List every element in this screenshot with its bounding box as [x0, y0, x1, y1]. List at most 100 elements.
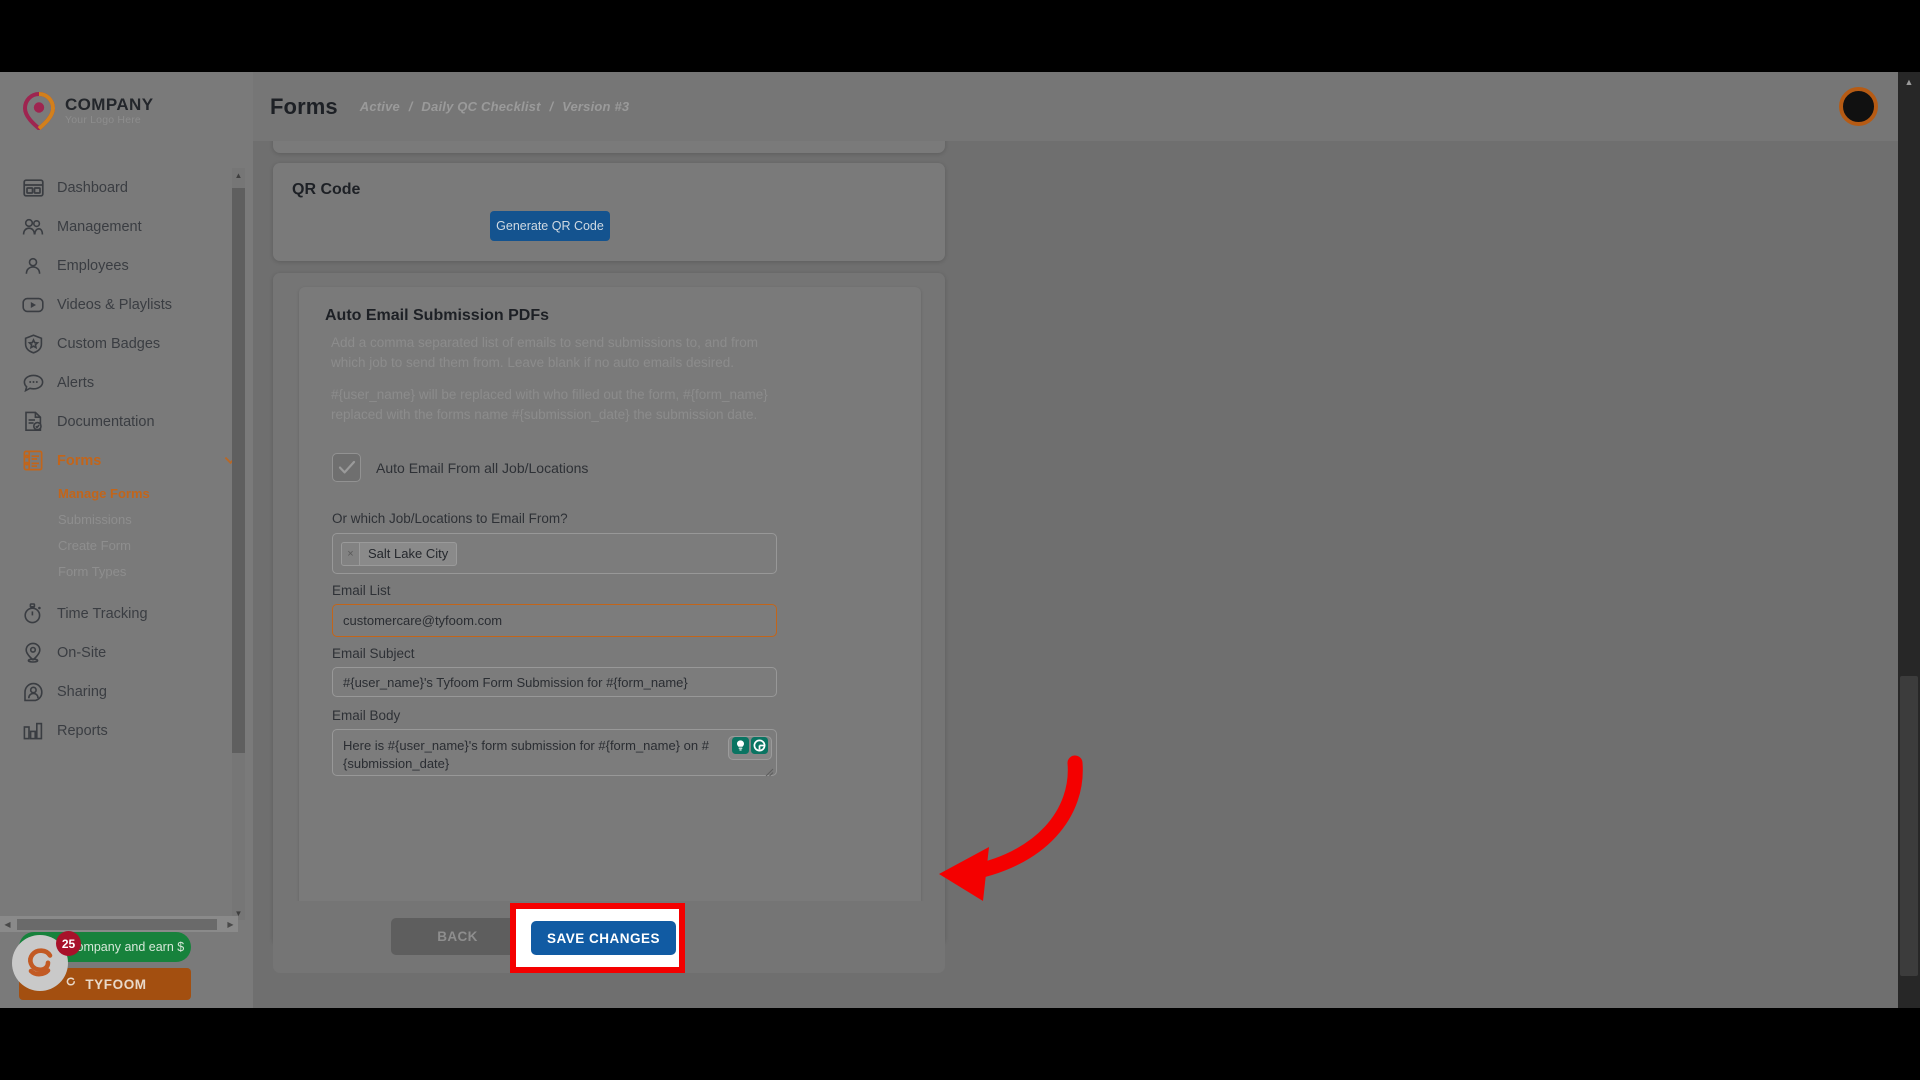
forms-list-icon [20, 450, 46, 472]
job-locations-multiselect[interactable]: × Salt Lake City [332, 533, 777, 574]
sidebar-scroll-thumb[interactable] [232, 188, 245, 753]
page-title: Forms [270, 93, 338, 119]
sidebar-item-label: Sharing [57, 683, 107, 700]
job-location-chip[interactable]: × Salt Lake City [341, 541, 458, 566]
breadcrumb-separator: / [408, 99, 413, 114]
sidebar-item-label: Dashboard [57, 179, 128, 196]
email-subject-label: Email Subject [332, 646, 415, 661]
lightbulb-icon[interactable] [732, 737, 749, 759]
auto-email-card: Auto Email Submission PDFs Add a comma s… [273, 273, 945, 944]
auto-email-description-1: Add a comma separated list of emails to … [331, 335, 758, 371]
scroll-right-arrow-icon[interactable]: ▶ [223, 916, 238, 932]
sidebar-item-dashboard[interactable]: Dashboard [0, 168, 253, 207]
sidebar: COMPANY Your Logo Here Dashboard Managem… [0, 72, 253, 1008]
email-list-input[interactable]: customercare@tyfoom.com [332, 604, 777, 637]
sidebar-item-manage-forms[interactable]: Manage Forms [0, 480, 253, 506]
sidebar-item-custom-badges[interactable]: Custom Badges [0, 324, 253, 363]
stopwatch-icon [20, 603, 46, 625]
email-body-textarea[interactable]: Here is #{user_name}'s form submission f… [332, 729, 777, 777]
sidebar-horizontal-scrollbar[interactable]: ◀ ▶ [0, 916, 238, 932]
user-icon [20, 255, 46, 277]
sidebar-item-submissions[interactable]: Submissions [0, 506, 253, 532]
sidebar-subitem-label: Manage Forms [58, 485, 150, 501]
page-scroll-thumb[interactable] [1900, 676, 1918, 976]
brand-title: COMPANY [65, 94, 154, 114]
scroll-up-arrow-icon[interactable]: ▲ [232, 168, 245, 182]
email-subject-input[interactable]: #{user_name}'s Tyfoom Form Submission fo… [332, 667, 777, 697]
sidebar-item-label: Reports [57, 722, 108, 739]
refer-notification-badge: 25 [56, 931, 81, 956]
job-location-chip-label: Salt Lake City [368, 546, 449, 561]
job-locations-label: Or which Job/Locations to Email From? [332, 511, 568, 526]
sidebar-item-forms[interactable]: Forms [0, 441, 253, 480]
textarea-resize-handle[interactable] [764, 764, 774, 777]
save-changes-highlight-annotation: SAVE CHANGES [510, 903, 685, 973]
sidebar-item-form-types[interactable]: Form Types [0, 558, 253, 584]
sidebar-item-alerts[interactable]: Alerts › [0, 363, 253, 402]
sidebar-item-management[interactable]: Management › [0, 207, 253, 246]
generate-qr-code-button[interactable]: Generate QR Code [490, 211, 610, 241]
qr-code-heading: QR Code [292, 181, 361, 198]
sidebar-item-on-site[interactable]: On-Site › [0, 633, 253, 672]
badge-star-icon [20, 333, 46, 355]
avatar[interactable] [1839, 87, 1878, 126]
sidebar-item-videos-playlists[interactable]: Videos & Playlists › [0, 285, 253, 324]
sidebar-vertical-scrollbar[interactable]: ▲ ▼ [232, 168, 245, 920]
sidebar-nav: Dashboard Management › [0, 168, 253, 928]
auto-email-all-locations-row: Auto Email From all Job/Locations [332, 453, 588, 482]
page-header: Forms Active / Daily QC Checklist / Vers… [253, 72, 1920, 141]
share-person-icon [20, 681, 46, 703]
brand-logo[interactable]: COMPANY Your Logo Here [0, 72, 253, 146]
letterbox-bottom [0, 1008, 1920, 1080]
save-changes-button[interactable]: SAVE CHANGES [531, 921, 676, 955]
breadcrumb-separator: / [549, 99, 554, 114]
sidebar-item-documentation[interactable]: Documentation › [0, 402, 253, 441]
sidebar-item-label: Management [57, 218, 142, 235]
qr-code-card: QR Code Generate QR Code [273, 163, 945, 261]
grammarly-g-icon[interactable] [751, 737, 768, 759]
sidebar-item-label: Videos & Playlists [57, 296, 172, 313]
sidebar-item-label: On-Site [57, 644, 107, 661]
sidebar-hscroll-track[interactable] [15, 918, 223, 930]
sidebar-item-employees[interactable]: Employees › [0, 246, 253, 285]
grammarly-assistant-widget[interactable] [728, 736, 772, 760]
back-button[interactable]: BACK [391, 918, 524, 955]
page-scroll-up-arrow-icon[interactable]: ▲ [1898, 72, 1920, 92]
letterbox-top [0, 0, 1920, 72]
sidebar-item-time-tracking[interactable]: Time Tracking › [0, 594, 253, 633]
map-pin-icon [20, 642, 46, 664]
breadcrumb-item-version[interactable]: Version #3 [562, 99, 629, 114]
auto-email-all-locations-label: Auto Email From all Job/Locations [376, 459, 589, 476]
auto-email-description-2: #{user_name} will be replaced with who f… [331, 387, 768, 423]
scroll-left-arrow-icon[interactable]: ◀ [0, 916, 15, 932]
sidebar-item-create-form[interactable]: Create Form [0, 532, 253, 558]
tyfoom-spiral-icon [63, 975, 78, 993]
sidebar-item-label: Custom Badges [57, 335, 161, 352]
chat-bubble-icon [20, 372, 46, 394]
video-play-icon [20, 294, 46, 316]
page-vertical-scrollbar[interactable]: ▲ [1898, 72, 1920, 1008]
breadcrumb: Active / Daily QC Checklist / Version #3 [360, 99, 630, 114]
breadcrumb-item-active[interactable]: Active [360, 99, 400, 114]
tyfoom-label: TYFOOM [85, 976, 147, 992]
sidebar-subitem-label: Submissions [58, 511, 132, 527]
dashboard-icon [20, 177, 46, 199]
sidebar-item-sharing[interactable]: Sharing › [0, 672, 253, 711]
remove-chip-icon[interactable]: × [342, 542, 360, 565]
bar-chart-icon [20, 720, 46, 742]
email-list-value: customercare@tyfoom.com [343, 613, 503, 628]
sidebar-hscroll-thumb[interactable] [17, 918, 217, 930]
email-subject-value: #{user_name}'s Tyfoom Form Submission fo… [343, 674, 688, 690]
email-body-value: Here is #{user_name}'s form submission f… [343, 738, 709, 771]
auto-email-heading: Auto Email Submission PDFs [325, 307, 550, 324]
auto-email-all-locations-checkbox[interactable] [332, 453, 361, 482]
sidebar-subitem-label: Form Types [58, 563, 127, 579]
previous-section-card-partial [273, 141, 945, 153]
sidebar-item-reports[interactable]: Reports › [0, 711, 253, 750]
location-pin-logo-icon [22, 91, 56, 132]
breadcrumb-item-form-name[interactable]: Daily QC Checklist [421, 99, 540, 114]
sidebar-item-label: Alerts [57, 374, 95, 391]
sidebar-item-label: Forms [57, 452, 102, 469]
sidebar-item-label: Employees [57, 257, 129, 274]
brand-subtitle: Your Logo Here [65, 114, 141, 127]
